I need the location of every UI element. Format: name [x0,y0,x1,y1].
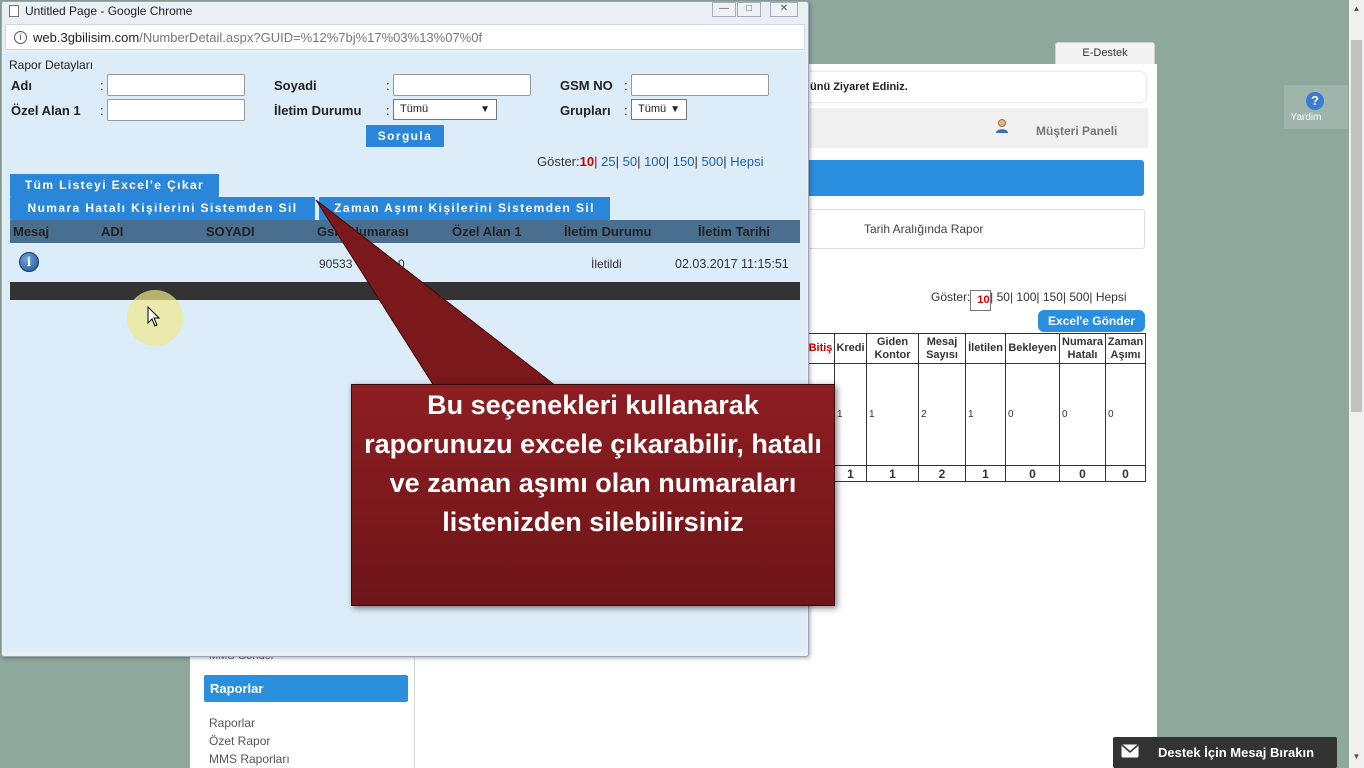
bg-col-giden-kontor: Giden Kontor [866,333,919,364]
bg-col-bekleyen: Bekleyen [1005,333,1060,364]
callout-line: listenizden silebilirsiniz [442,507,744,537]
bg-total-cell: 0 [1105,465,1146,482]
destek-mesaj-label: Destek İçin Mesaj Bırakın [1158,745,1315,760]
background-blue-bar [800,160,1144,196]
envelope-icon [1121,744,1139,758]
background-paging-selected[interactable]: 10 [970,290,991,311]
bg-total-cell: 1 [866,465,919,482]
musteri-paneli-label[interactable]: Müşteri Paneli [1036,124,1117,138]
bg-cell: 0 [1059,363,1106,466]
sidebar-item-raporlar[interactable]: Raporlar [209,716,255,730]
sidebar-item-ozet-rapor[interactable]: Özet Rapor [209,734,270,748]
background-report-table: Bitiş Kredi Giden Kontor Mesaj Sayısı İl… [806,333,1146,482]
sidebar-item-mms-raporlari[interactable]: MMS Raporları [209,752,290,766]
callout-line: ve zaman aşımı olan numaraları [389,468,797,498]
bg-cell: 2 [918,363,966,466]
help-icon: ? [1306,92,1324,110]
scroll-down-arrow-icon[interactable]: ▼ [1350,752,1363,764]
background-table-row: 1 1 2 1 0 0 0 [806,363,1146,466]
bg-total-cell: 1 [834,465,867,482]
bg-col-zaman-asimi: Zaman Aşımı [1105,333,1146,364]
scroll-up-arrow-icon[interactable]: ▲ [1350,4,1363,16]
bg-total-cell: 1 [965,465,1006,482]
bg-cell: 0 [1005,363,1060,466]
background-table-total-row: 1 1 2 1 0 0 0 [806,465,1146,482]
background-paging-options[interactable]: | 25| 50| 100| 150| 500| Hepsi [970,290,1126,304]
bg-total-cell: 0 [1059,465,1106,482]
bg-cell: 0 [1105,363,1146,466]
callout-text: Bu seçenekleri kullanarak raporunuzu exc… [351,386,835,542]
callout-line: raporunuzu excele çıkarabilir, hatalı [364,429,822,459]
excel-gonder-button[interactable]: Excel'e Gönder [1038,310,1145,332]
sidebar-section-raporlar[interactable]: Raporlar [204,675,408,702]
yardim-label: Yardim [1290,112,1322,123]
bg-total-cell: 2 [918,465,966,482]
scrollbar-thumb[interactable] [1351,40,1362,412]
bg-col-mesaj-sayisi: Mesaj Sayısı [918,333,966,364]
background-paging[interactable]: Göster: 10 | 25| 50| 100| 150| 500| Hepsi [931,290,1127,311]
bg-cell: 1 [965,363,1006,466]
bg-cell: 1 [866,363,919,466]
callout-line: Bu seçenekleri kullanarak [427,390,759,420]
background-paging-prefix: Göster: [931,290,971,304]
bg-col-numara-hatali: Numara Hatalı [1059,333,1106,364]
tab-e-destek[interactable]: E-Destek [1055,42,1155,64]
bg-col-iletilen: İletilen [965,333,1006,364]
callout-pointer [315,199,558,387]
bg-total-cell: 0 [1005,465,1060,482]
background-table-header-row: Bitiş Kredi Giden Kontor Mesaj Sayısı İl… [806,333,1146,364]
user-icon [996,119,1008,133]
tarih-araligi-label: Tarih Aralığında Rapor [864,222,984,236]
